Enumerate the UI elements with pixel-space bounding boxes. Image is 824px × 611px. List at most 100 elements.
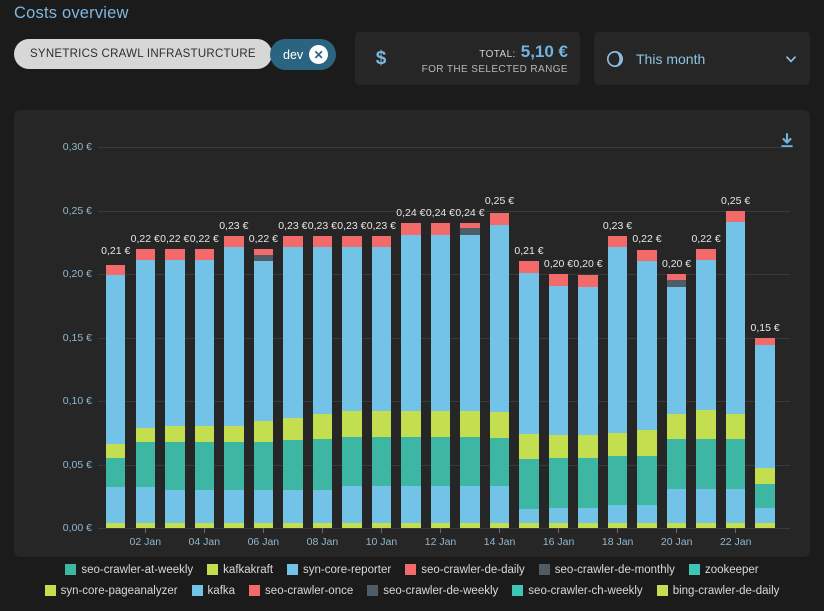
bar-segment[interactable]: [755, 345, 774, 468]
bar-column[interactable]: 0,23 €: [603, 128, 633, 528]
bar-segment[interactable]: [313, 439, 332, 490]
bar-segment[interactable]: [578, 508, 597, 523]
bar-segment[interactable]: [195, 249, 214, 260]
bar-segment[interactable]: [608, 505, 627, 523]
bar-segment[interactable]: [460, 411, 479, 436]
bar-segment[interactable]: [637, 505, 656, 523]
bar-segment[interactable]: [195, 442, 214, 490]
bar-segment[interactable]: [372, 247, 391, 411]
bar-segment[interactable]: [342, 486, 361, 523]
bar-segment[interactable]: [254, 442, 273, 490]
bar-segment[interactable]: [224, 426, 243, 441]
bar-segment[interactable]: [460, 437, 479, 487]
bar-segment[interactable]: [224, 247, 243, 426]
stacked-bar[interactable]: [195, 249, 214, 528]
bar-segment[interactable]: [519, 509, 538, 523]
bar-column[interactable]: 0,25 €: [721, 128, 751, 528]
bar-segment[interactable]: [283, 490, 302, 523]
bar-segment[interactable]: [549, 508, 568, 523]
stacked-bar[interactable]: [106, 265, 125, 528]
bar-segment[interactable]: [283, 247, 302, 417]
bar-segment[interactable]: [401, 411, 420, 436]
bar-segment[interactable]: [372, 486, 391, 523]
bar-segment[interactable]: [401, 437, 420, 487]
bar-segment[interactable]: [578, 275, 597, 286]
legend-item[interactable]: bing-crawler-de-daily: [657, 585, 780, 597]
bar-column[interactable]: 0,21 €: [101, 128, 131, 528]
bar-segment[interactable]: [549, 274, 568, 285]
bar-segment[interactable]: [136, 260, 155, 428]
bar-column[interactable]: 0,24 €: [455, 128, 485, 528]
bar-segment[interactable]: [372, 437, 391, 487]
bar-segment[interactable]: [578, 287, 597, 436]
bar-segment[interactable]: [667, 489, 686, 523]
legend-item[interactable]: seo-crawler-de-daily: [405, 564, 525, 576]
stacked-bar[interactable]: [490, 213, 509, 528]
close-icon[interactable]: ✕: [309, 45, 328, 64]
bar-segment[interactable]: [165, 442, 184, 490]
bar-segment[interactable]: [313, 236, 332, 247]
bar-segment[interactable]: [342, 247, 361, 411]
legend-item[interactable]: kafka: [192, 585, 236, 597]
bar-segment[interactable]: [342, 411, 361, 436]
project-chip[interactable]: SYNETRICS CRAWL INFRASTURCTURE: [14, 39, 272, 69]
bar-column[interactable]: 0,15 €: [750, 128, 780, 528]
bar-segment[interactable]: [195, 490, 214, 523]
bar-segment[interactable]: [490, 225, 509, 413]
bar-column[interactable]: 0,20 €: [544, 128, 574, 528]
bar-segment[interactable]: [165, 260, 184, 426]
stacked-bar[interactable]: [578, 275, 597, 528]
bar-segment[interactable]: [490, 213, 509, 224]
bar-segment[interactable]: [401, 235, 420, 412]
bar-segment[interactable]: [490, 412, 509, 437]
bar-segment[interactable]: [726, 222, 745, 414]
bar-segment[interactable]: [755, 508, 774, 523]
stacked-bar[interactable]: [283, 236, 302, 528]
bar-segment[interactable]: [313, 247, 332, 413]
bar-segment[interactable]: [726, 211, 745, 222]
bar-segment[interactable]: [224, 236, 243, 247]
bar-segment[interactable]: [283, 440, 302, 490]
stacked-bar[interactable]: [637, 250, 656, 528]
bar-segment[interactable]: [608, 433, 627, 456]
bar-segment[interactable]: [696, 489, 715, 523]
bar-segment[interactable]: [431, 235, 450, 412]
legend-item[interactable]: seo-crawler-ch-weekly: [512, 585, 642, 597]
bar-segment[interactable]: [696, 439, 715, 489]
bar-segment[interactable]: [342, 437, 361, 487]
stacked-bar[interactable]: [431, 223, 450, 528]
bar-segment[interactable]: [106, 275, 125, 444]
bar-column[interactable]: 0,20 €: [573, 128, 603, 528]
bar-segment[interactable]: [401, 486, 420, 523]
bar-segment[interactable]: [165, 249, 184, 260]
bar-segment[interactable]: [342, 236, 361, 247]
chevron-down-icon[interactable]: [784, 52, 798, 66]
bar-segment[interactable]: [696, 249, 715, 260]
bar-segment[interactable]: [726, 414, 745, 439]
bar-segment[interactable]: [106, 265, 125, 275]
bar-segment[interactable]: [136, 487, 155, 523]
bar-segment[interactable]: [490, 486, 509, 523]
bar-segment[interactable]: [726, 439, 745, 489]
stacked-bar[interactable]: [313, 236, 332, 528]
bar-column[interactable]: 0,23 €: [219, 128, 249, 528]
bar-segment[interactable]: [224, 442, 243, 490]
bar-segment[interactable]: [254, 421, 273, 441]
bar-segment[interactable]: [165, 426, 184, 441]
bar-segment[interactable]: [254, 490, 273, 523]
bar-segment[interactable]: [431, 223, 450, 234]
bar-column[interactable]: 0,23 €: [337, 128, 367, 528]
bar-segment[interactable]: [195, 426, 214, 441]
bar-segment[interactable]: [549, 286, 568, 436]
bar-segment[interactable]: [755, 468, 774, 483]
bar-column[interactable]: 0,24 €: [426, 128, 456, 528]
stacked-bar[interactable]: [254, 249, 273, 528]
stacked-bar[interactable]: [608, 236, 627, 528]
stacked-bar[interactable]: [401, 223, 420, 528]
bar-segment[interactable]: [106, 444, 125, 458]
bar-segment[interactable]: [549, 458, 568, 508]
bar-segment[interactable]: [608, 247, 627, 432]
bar-segment[interactable]: [490, 438, 509, 486]
bar-segment[interactable]: [283, 418, 302, 441]
bar-segment[interactable]: [696, 260, 715, 410]
